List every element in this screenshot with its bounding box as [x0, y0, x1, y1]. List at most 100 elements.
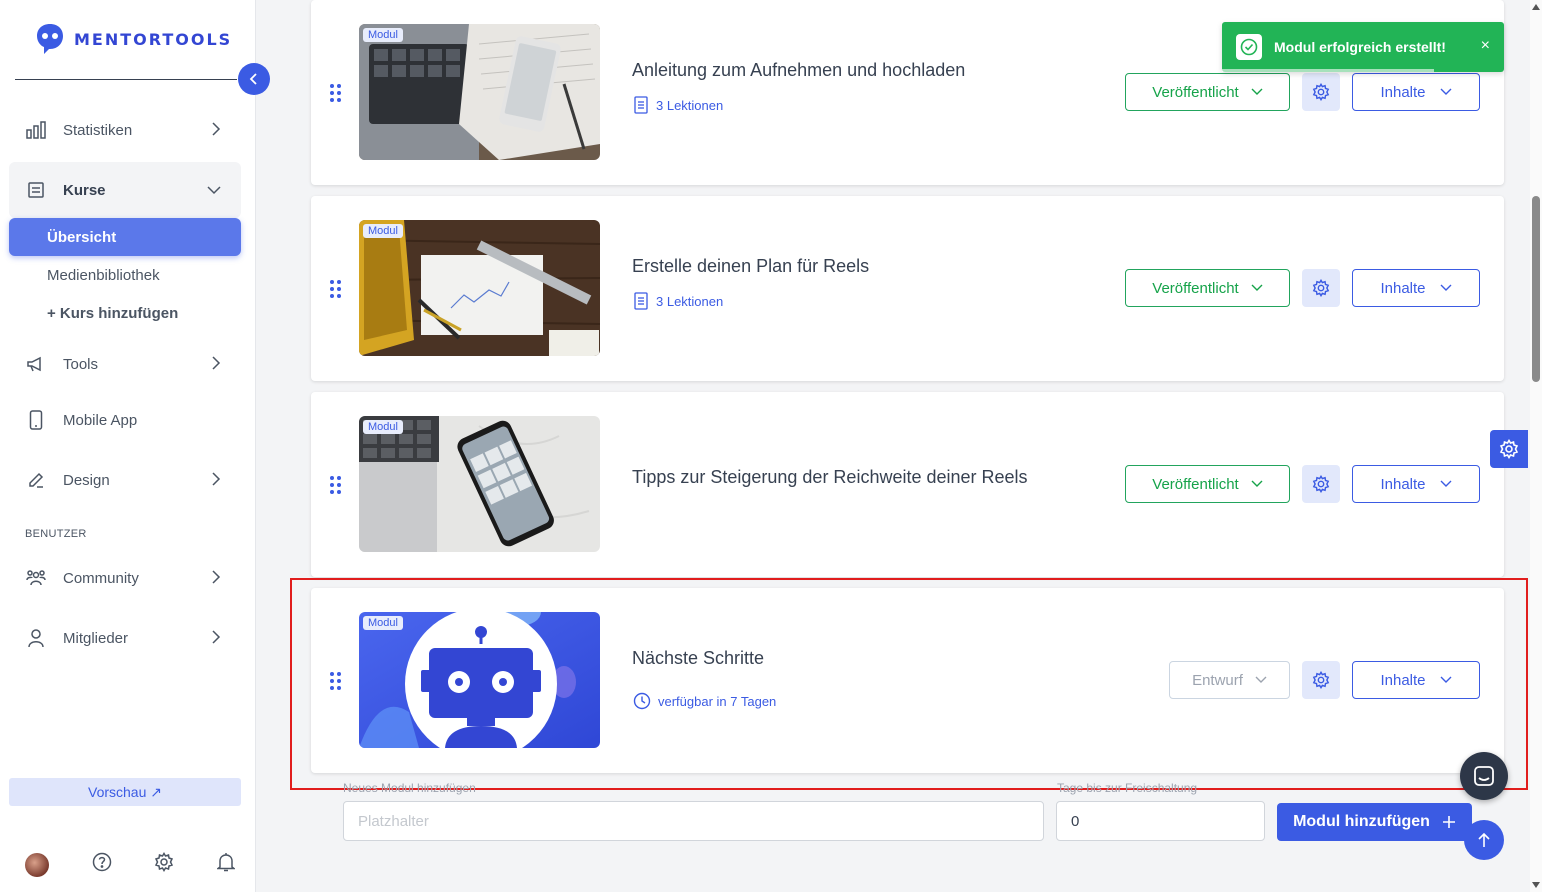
chevron-down-icon — [207, 182, 221, 199]
collapse-sidebar-button[interactable] — [238, 63, 270, 95]
chevron-down-icon — [1440, 284, 1452, 291]
chevron-right-icon — [211, 356, 221, 374]
module-title[interactable]: Nächste Schritte — [632, 648, 764, 669]
lesson-count: 3 Lektionen — [656, 293, 724, 309]
status-label: Veröffentlicht — [1152, 475, 1239, 493]
inhalte-dropdown[interactable]: Inhalte — [1352, 661, 1480, 699]
inhalte-label: Inhalte — [1380, 279, 1426, 297]
module-badge: Modul — [363, 616, 403, 630]
days-input[interactable] — [1056, 801, 1265, 841]
bell-icon[interactable] — [215, 852, 237, 877]
document-icon — [634, 292, 648, 310]
chevron-down-icon — [1440, 88, 1452, 95]
scroll-up-arrow-icon[interactable] — [1532, 4, 1540, 10]
inhalte-dropdown[interactable]: Inhalte — [1352, 269, 1480, 307]
megaphone-icon — [25, 353, 47, 375]
arrow-up-icon — [1478, 832, 1490, 847]
add-module-button[interactable]: Modul hinzufügen — [1277, 803, 1472, 841]
chat-icon — [1474, 766, 1494, 786]
module-thumbnail[interactable]: Modul — [359, 24, 600, 160]
scroll-down-arrow-icon[interactable] — [1532, 882, 1540, 888]
status-dropdown[interactable]: Veröffentlicht — [1125, 465, 1290, 503]
chevron-right-icon — [211, 630, 221, 648]
module-settings-button[interactable] — [1302, 465, 1340, 503]
days-label: Tage bis zur Freischaltung — [1057, 781, 1198, 795]
sidebar-item-label: Design — [63, 471, 110, 489]
inhalte-label: Inhalte — [1380, 83, 1426, 101]
module-settings-button[interactable] — [1302, 73, 1340, 111]
module-settings-button[interactable] — [1302, 661, 1340, 699]
status-dropdown[interactable]: Veröffentlicht — [1125, 73, 1290, 111]
module-meta: verfügbar in 7 Tagen — [633, 692, 776, 710]
brand-name: MENTORTOOLS — [74, 29, 233, 49]
add-module-label: Modul hinzufügen — [1293, 813, 1430, 830]
status-label: Veröffentlicht — [1152, 279, 1239, 297]
chevron-down-icon — [1440, 480, 1452, 487]
logo-icon — [37, 24, 63, 54]
module-card: Modul Erstelle deinen Plan für Reels 3 L… — [311, 196, 1504, 381]
divider — [15, 79, 237, 80]
sidebar-item-community[interactable]: Community — [9, 554, 241, 602]
user-icon — [25, 627, 47, 649]
status-label: Entwurf — [1192, 671, 1243, 689]
sidebar-item-label: Tools — [63, 355, 99, 373]
chevron-down-icon — [1251, 480, 1263, 487]
drag-handle-icon[interactable] — [330, 84, 341, 102]
bar-chart-icon — [25, 119, 47, 141]
module-title[interactable]: Erstelle deinen Plan für Reels — [632, 256, 869, 277]
chevron-right-icon — [211, 122, 221, 140]
settings-icon[interactable] — [154, 852, 174, 877]
module-thumbnail[interactable]: Modul — [359, 416, 600, 552]
floating-settings-button[interactable] — [1490, 430, 1528, 468]
sidebar-sub-kurs-hinzufuegen[interactable]: + Kurs hinzufügen — [9, 294, 241, 332]
module-card: Modul Tipps zur Steigerung der Reichweit… — [311, 392, 1504, 577]
chevron-left-icon — [249, 73, 257, 85]
preview-button[interactable]: Vorschau ↗ — [9, 778, 241, 806]
sidebar-item-design[interactable]: Design — [9, 456, 241, 504]
success-toast: Modul erfolgreich erstellt! × — [1222, 22, 1504, 72]
module-title[interactable]: Tipps zur Steigerung der Reichweite dein… — [632, 467, 1028, 488]
close-icon[interactable]: × — [1481, 37, 1490, 55]
logo[interactable]: MENTORTOOLS — [34, 22, 232, 56]
sidebar-item-statistiken[interactable]: Statistiken — [9, 106, 241, 154]
drag-handle-icon[interactable] — [330, 672, 341, 690]
sidebar-item-tools[interactable]: Tools — [9, 340, 241, 388]
thumbnail-image — [359, 416, 600, 552]
toast-message: Modul erfolgreich erstellt! — [1274, 39, 1446, 55]
sidebar-item-mitglieder[interactable]: Mitglieder — [9, 614, 241, 662]
module-thumbnail[interactable]: Modul — [359, 612, 600, 748]
pencil-icon — [25, 469, 47, 491]
module-settings-button[interactable] — [1302, 269, 1340, 307]
sidebar-item-mobile-app[interactable]: Mobile App — [9, 396, 241, 444]
inhalte-dropdown[interactable]: Inhalte — [1352, 73, 1480, 111]
scrollbar-thumb[interactable] — [1532, 196, 1540, 382]
chevron-down-icon — [1440, 676, 1452, 683]
chevron-down-icon — [1251, 284, 1263, 291]
status-dropdown[interactable]: Entwurf — [1169, 661, 1290, 699]
thumbnail-image — [359, 220, 600, 356]
module-thumbnail[interactable]: Modul — [359, 220, 600, 356]
module-meta: 3 Lektionen — [633, 292, 723, 310]
status-dropdown[interactable]: Veröffentlicht — [1125, 269, 1290, 307]
new-module-input[interactable] — [343, 801, 1044, 841]
inhalte-dropdown[interactable]: Inhalte — [1352, 465, 1480, 503]
inhalte-label: Inhalte — [1380, 475, 1426, 493]
sidebar-sub-medienbibliothek[interactable]: Medienbibliothek — [9, 256, 241, 294]
sidebar-item-label: Statistiken — [63, 121, 133, 139]
module-title[interactable]: Anleitung zum Aufnehmen und hochladen — [632, 60, 965, 81]
check-icon — [1236, 34, 1262, 60]
scroll-top-button[interactable] — [1464, 820, 1504, 860]
chat-button[interactable] — [1460, 752, 1508, 800]
avatar[interactable] — [25, 852, 49, 877]
drag-handle-icon[interactable] — [330, 280, 341, 298]
module-badge: Modul — [363, 224, 403, 238]
help-icon[interactable] — [92, 852, 112, 877]
sidebar-footer — [25, 852, 237, 877]
status-label: Veröffentlicht — [1152, 83, 1239, 101]
sidebar-item-kurse[interactable]: Kurse — [9, 162, 241, 218]
sidebar-sub-uebersicht[interactable]: Übersicht — [9, 218, 241, 256]
module-meta: 3 Lektionen — [633, 96, 723, 114]
scrollbar[interactable] — [1530, 0, 1542, 892]
thumbnail-image — [359, 24, 600, 160]
drag-handle-icon[interactable] — [330, 476, 341, 494]
